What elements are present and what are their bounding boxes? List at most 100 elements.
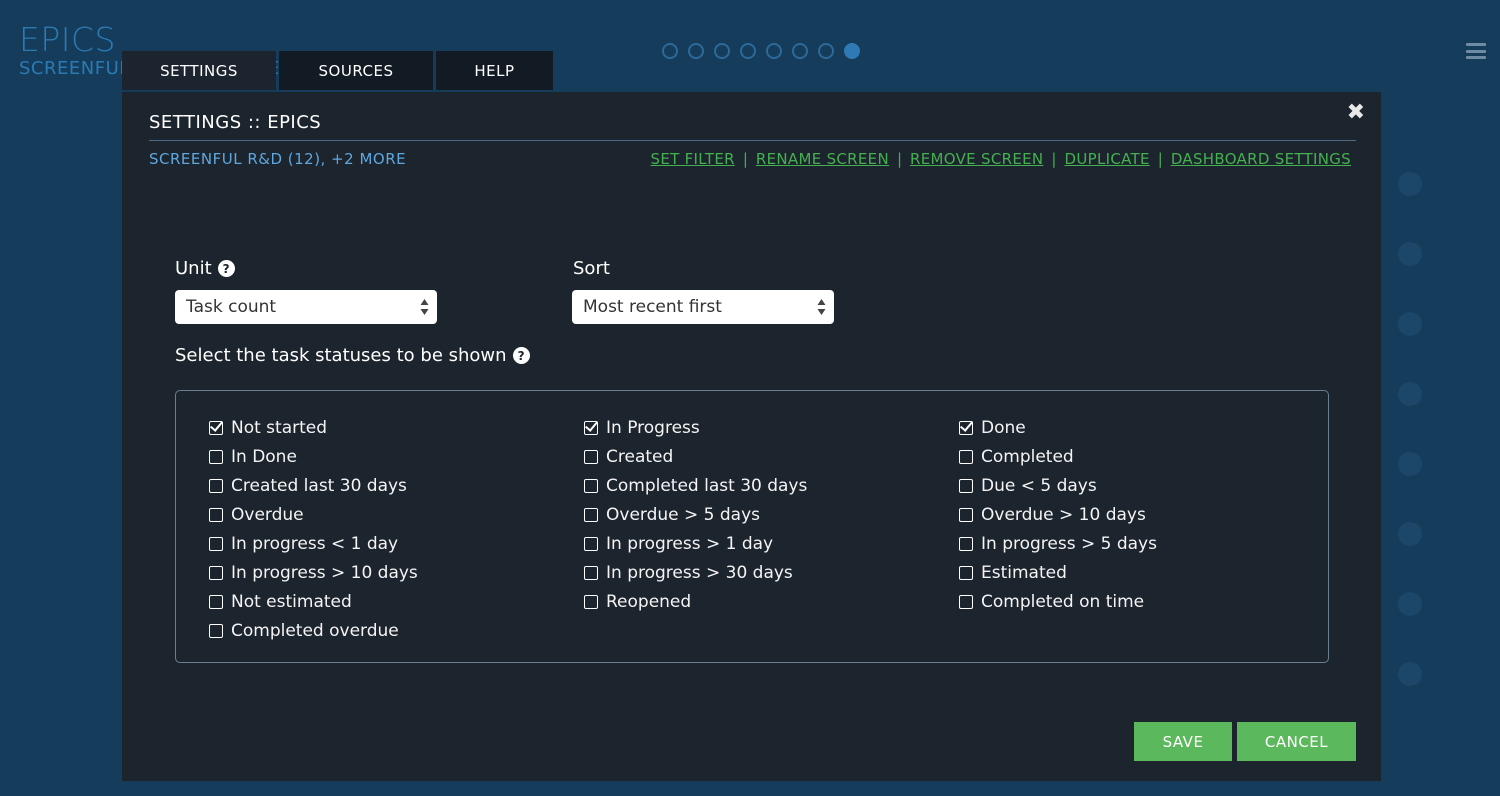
statuses-label-text: Select the task statuses to be shown <box>175 345 507 366</box>
status-option[interactable]: Completed last 30 days <box>584 471 807 500</box>
status-column-3: Done Completed Due < 5 days Overdue > 10 da… <box>959 413 1157 616</box>
checkbox-unchecked-icon[interactable] <box>959 536 973 551</box>
status-option-label: Not started <box>231 417 328 438</box>
pager-dot[interactable] <box>662 43 678 59</box>
status-option-label: In progress > 1 day <box>606 533 774 554</box>
background-avatar <box>1398 452 1422 476</box>
checkbox-unchecked-icon[interactable] <box>209 623 223 638</box>
unit-select[interactable]: Task count <box>175 290 437 324</box>
rename-screen-link[interactable]: RENAME SCREEN <box>756 150 889 168</box>
pager-dot[interactable] <box>714 43 730 59</box>
status-option[interactable]: In progress > 10 days <box>209 558 418 587</box>
status-option[interactable]: In progress < 1 day <box>209 529 418 558</box>
checkbox-unchecked-icon[interactable] <box>584 478 598 493</box>
status-option-label: Not estimated <box>231 591 352 612</box>
checkbox-checked-icon[interactable] <box>584 420 598 435</box>
status-option[interactable]: In progress > 30 days <box>584 558 807 587</box>
scope-link[interactable]: SCREENFUL R&D (12), +2 MORE <box>149 150 406 168</box>
status-option[interactable]: Created <box>584 442 807 471</box>
checkbox-unchecked-icon[interactable] <box>209 507 223 522</box>
background-avatar <box>1398 242 1422 266</box>
checkbox-unchecked-icon[interactable] <box>584 565 598 580</box>
status-option-label: Overdue > 10 days <box>981 504 1146 525</box>
status-column-2: In Progress Created Completed last 30 days… <box>584 413 807 616</box>
status-option[interactable]: In progress > 5 days <box>959 529 1157 558</box>
pager-dot[interactable] <box>844 43 860 59</box>
status-option[interactable]: In Progress <box>584 413 807 442</box>
pager-dot[interactable] <box>688 43 704 59</box>
checkbox-unchecked-icon[interactable] <box>209 449 223 464</box>
screen-title: EPICS <box>19 20 116 59</box>
tab-help[interactable]: HELP <box>436 51 553 90</box>
status-option-label: Due < 5 days <box>981 475 1097 496</box>
status-option-label: Reopened <box>606 591 692 612</box>
title-divider <box>149 140 1356 141</box>
tab-settings[interactable]: SETTINGS <box>122 51 276 90</box>
statuses-help-icon[interactable]: ? <box>512 347 530 364</box>
status-option-label: Created <box>606 446 674 467</box>
status-option[interactable]: In progress > 1 day <box>584 529 807 558</box>
close-icon[interactable]: ✖ <box>1347 102 1365 124</box>
background-avatar <box>1398 662 1422 686</box>
status-option-label: Overdue <box>231 504 304 525</box>
settings-modal: ✖ SETTINGS :: EPICS SCREENFUL R&D (12), … <box>122 92 1381 781</box>
status-option-label: In progress > 30 days <box>606 562 793 583</box>
sort-select[interactable]: Most recent first <box>572 290 834 324</box>
status-option[interactable]: Created last 30 days <box>209 471 418 500</box>
checkbox-unchecked-icon[interactable] <box>959 594 973 609</box>
status-option[interactable]: Not estimated <box>209 587 418 616</box>
status-checkbox-group: Not started In Done Created last 30 days Ov… <box>175 390 1329 663</box>
checkbox-unchecked-icon[interactable] <box>959 478 973 493</box>
status-option-label: In Done <box>231 446 297 467</box>
status-option[interactable]: Estimated <box>959 558 1157 587</box>
sort-select-value: Most recent first <box>583 297 722 317</box>
checkbox-unchecked-icon[interactable] <box>959 507 973 522</box>
checkbox-checked-icon[interactable] <box>209 420 223 435</box>
pager-dot[interactable] <box>792 43 808 59</box>
checkbox-unchecked-icon[interactable] <box>959 449 973 464</box>
tab-sources[interactable]: SOURCES <box>279 51 433 90</box>
status-option[interactable]: Due < 5 days <box>959 471 1157 500</box>
sort-label-text: Sort <box>573 258 610 279</box>
checkbox-unchecked-icon[interactable] <box>959 565 973 580</box>
checkbox-unchecked-icon[interactable] <box>209 565 223 580</box>
background-avatar <box>1398 592 1422 616</box>
status-option-label: Completed on time <box>981 591 1145 612</box>
pager-dot[interactable] <box>766 43 782 59</box>
hamburger-menu-icon[interactable] <box>1466 43 1486 59</box>
set-filter-link[interactable]: SET FILTER <box>651 150 735 168</box>
pager-dot[interactable] <box>818 43 834 59</box>
screen-pager <box>662 43 860 59</box>
background-avatar <box>1398 382 1422 406</box>
status-option[interactable]: In Done <box>209 442 418 471</box>
checkbox-unchecked-icon[interactable] <box>584 594 598 609</box>
checkbox-unchecked-icon[interactable] <box>584 536 598 551</box>
checkbox-unchecked-icon[interactable] <box>209 478 223 493</box>
unit-select-value: Task count <box>186 297 277 317</box>
save-button[interactable]: SAVE <box>1134 722 1232 761</box>
status-option-label: Completed last 30 days <box>606 475 808 496</box>
status-option[interactable]: Completed overdue <box>209 616 418 645</box>
remove-screen-link[interactable]: REMOVE SCREEN <box>910 150 1043 168</box>
pager-dot[interactable] <box>740 43 756 59</box>
dashboard-settings-link[interactable]: DASHBOARD SETTINGS <box>1171 150 1351 168</box>
modal-actions: SET FILTER | RENAME SCREEN | REMOVE SCRE… <box>651 150 1352 168</box>
status-option[interactable]: Overdue <box>209 500 418 529</box>
checkbox-unchecked-icon[interactable] <box>584 449 598 464</box>
status-option[interactable]: Overdue > 10 days <box>959 500 1157 529</box>
status-option[interactable]: Reopened <box>584 587 807 616</box>
checkbox-checked-icon[interactable] <box>959 420 973 435</box>
checkbox-unchecked-icon[interactable] <box>584 507 598 522</box>
checkbox-unchecked-icon[interactable] <box>209 536 223 551</box>
status-option[interactable]: Done <box>959 413 1157 442</box>
status-option[interactable]: Completed <box>959 442 1157 471</box>
status-option-label: Overdue > 5 days <box>606 504 761 525</box>
cancel-button[interactable]: CANCEL <box>1237 722 1356 761</box>
unit-help-icon[interactable]: ? <box>217 260 235 277</box>
checkbox-unchecked-icon[interactable] <box>209 594 223 609</box>
status-option-label: In progress > 10 days <box>231 562 418 583</box>
status-option[interactable]: Completed on time <box>959 587 1157 616</box>
status-option[interactable]: Not started <box>209 413 418 442</box>
duplicate-link[interactable]: DUPLICATE <box>1064 150 1149 168</box>
status-option[interactable]: Overdue > 5 days <box>584 500 807 529</box>
